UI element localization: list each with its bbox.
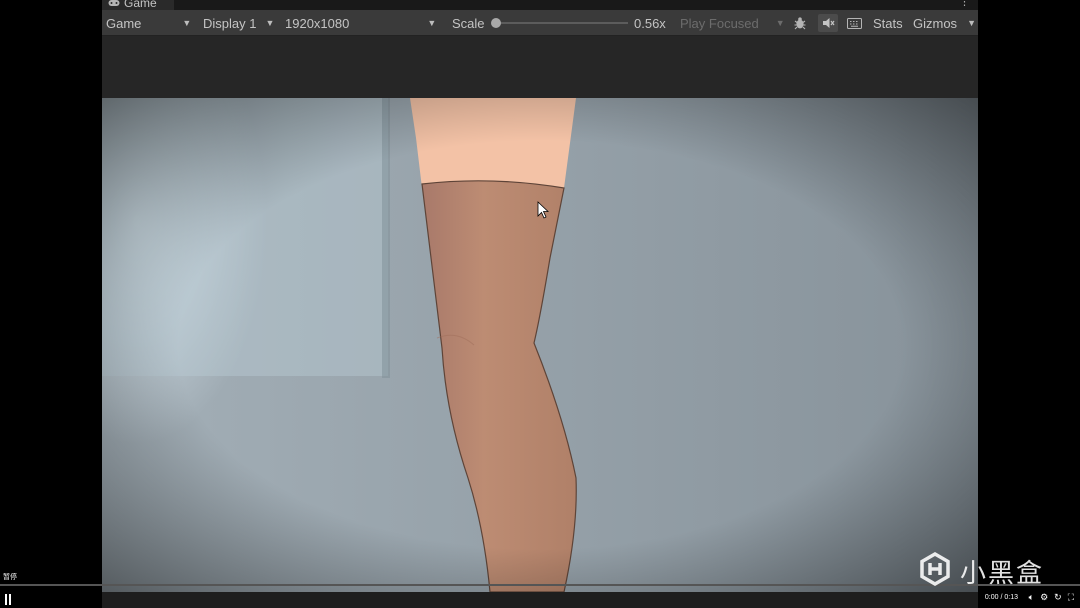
video-time: 0:00 / 0:13 [984, 594, 1018, 601]
gizmos-dropdown[interactable]: Gizmos ▼ [913, 10, 976, 36]
pause-tooltip: 暂停 [3, 574, 17, 581]
volume-icon[interactable]: 🔈︎ [1029, 592, 1034, 602]
mode-dropdown[interactable]: Game ▼ [106, 10, 191, 36]
resolution-dropdown[interactable]: 1920x1080 ▼ [285, 10, 436, 36]
mute-audio-icon[interactable] [818, 14, 838, 32]
debug-bug-icon[interactable] [790, 14, 810, 32]
display-label: Display 1 [203, 15, 257, 31]
scale-slider-track[interactable] [496, 22, 628, 24]
chevron-down-icon: ▼ [427, 18, 437, 28]
game-controller-icon [108, 0, 120, 10]
game-toolbar: Game ▼ Display 1 ▼ 1920x1080 ▼ Scale 0.5… [102, 10, 978, 36]
scale-value: 0.56x [634, 15, 666, 31]
letterbox-bar [102, 36, 978, 98]
display-dropdown[interactable]: Display 1 ▼ [203, 10, 274, 36]
video-controls: 🔈︎ ⚙︎ ↻ ⛶ [1029, 592, 1074, 602]
tab-game[interactable]: Game [102, 0, 174, 10]
resolution-label: 1920x1080 [285, 15, 350, 31]
tab-strip: Game ⋮ [102, 0, 978, 10]
stats-button[interactable]: Stats [873, 10, 903, 36]
play-mode-dropdown[interactable]: Play Focused ▼ [680, 10, 785, 36]
chevron-down-icon: ▼ [182, 18, 192, 28]
gizmos-label: Gizmos [913, 15, 958, 31]
chevron-down-icon: ▼ [967, 18, 976, 28]
chevron-down-icon: ▼ [265, 18, 275, 28]
settings-icon[interactable]: ⚙︎ [1040, 592, 1048, 602]
pause-icon[interactable] [5, 594, 13, 605]
more-options-icon[interactable]: ⋮ [959, 0, 970, 8]
mode-label: Game [106, 15, 142, 31]
tab-label: Game [124, 0, 157, 10]
keyboard-icon[interactable] [844, 14, 864, 32]
watermark: 小黑盒 [918, 551, 1045, 591]
chevron-down-icon: ▼ [775, 18, 785, 28]
xiaoheihe-logo-icon [918, 551, 952, 591]
vignette-overlay [102, 98, 978, 592]
scale-slider-handle[interactable] [491, 18, 501, 28]
play-mode-label: Play Focused [680, 15, 759, 31]
loop-icon[interactable]: ↻ [1054, 592, 1062, 602]
fullscreen-icon[interactable]: ⛶ [1068, 592, 1074, 602]
game-view-panel: Game ⋮ Game ▼ Display 1 ▼ 1920x1080 ▼ Sc… [102, 0, 978, 608]
scene-render [102, 98, 978, 592]
scale-label: Scale [452, 15, 485, 31]
watermark-text: 小黑盒 [960, 559, 1045, 589]
game-viewport[interactable] [102, 98, 978, 592]
